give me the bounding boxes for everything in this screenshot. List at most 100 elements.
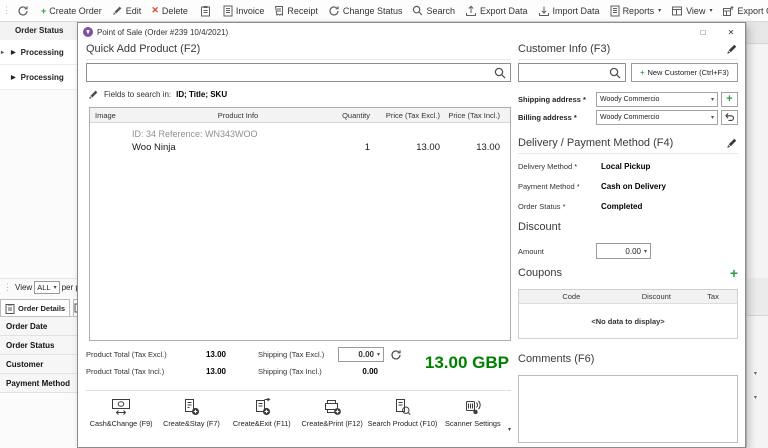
action-label: Cash&Change (F9) [90,419,153,428]
caret-down-icon[interactable]: ▾ [754,370,757,377]
customer-info-heading-label: Customer Info (F3) [518,43,610,55]
search-label: Search [426,6,455,16]
reports-menu-button[interactable]: Reports ▾ [605,0,667,21]
cash-change-button[interactable]: Cash&Change (F9) [86,395,156,428]
sidebar-item-processing-1[interactable]: ▸ ▶ Processing [0,40,77,65]
main-toolbar: ⋮ + Create Order Edit ✕ Delete Invoice R… [0,0,768,22]
expand-triangle-icon[interactable]: ▶ [11,49,16,56]
discount-amount-input[interactable]: 0.00 ▾ [596,243,651,259]
detail-tabstrip: Order Details [0,299,77,317]
col-discount[interactable]: Discount [624,292,689,301]
edit-button[interactable]: Edit [107,0,147,21]
invoice-label: Invoice [236,6,265,16]
change-status-icon [328,5,340,17]
col-image[interactable]: Image [90,111,163,120]
comments-heading-label: Comments (F6) [518,353,594,365]
search-fields-hint: Fields to search in: ID; Title; SKU [88,89,227,100]
search-button[interactable]: Search [407,0,460,21]
totals-row-excl: Product Total (Tax Excl.) 13.00 Shipping… [86,347,446,362]
view-filter-select[interactable]: ALL ▾ [34,281,59,294]
reports-icon [610,5,620,17]
col-price-incl[interactable]: Price (Tax Incl.) [440,111,504,120]
discount-heading-label: Discount [518,221,561,233]
coupons-heading: Coupons + [518,265,738,281]
shipping-address-select[interactable]: Woody Commercio ▾ [596,92,718,107]
action-label: Search Product (F10) [368,419,438,428]
grid-row-payment-method[interactable]: Payment Method [0,374,77,393]
caret-down-icon[interactable]: ▾ [754,394,757,401]
col-code[interactable]: Code [519,292,624,301]
create-print-button[interactable]: Create&Print (F12) [297,395,367,428]
col-price-excl[interactable]: Price (Tax Excl.) [370,111,440,120]
payment-method-label: Payment Method * [518,182,601,191]
invoice-button[interactable]: Invoice [218,0,270,21]
col-product-info[interactable]: Product Info [163,111,313,120]
table-row[interactable]: ID: 34 Reference: WN343WOO Woo Ninja 1 1… [90,123,510,153]
pager-drag-handle[interactable]: ⋮ [1,282,13,293]
expand-triangle-icon[interactable]: ▶ [11,74,16,81]
pencil-icon[interactable] [88,89,99,100]
quick-add-column: Quick Add Product (F2) Fields to search … [86,23,511,447]
product-quantity[interactable]: 1 [313,142,370,153]
product-search-input[interactable] [87,68,494,78]
grid-row-order-date[interactable]: Order Date [0,317,77,336]
more-actions-caret-icon[interactable]: ▾ [508,426,511,433]
create-stay-button[interactable]: Create&Stay (F7) [156,395,226,428]
search-icon [494,67,506,79]
comments-textarea[interactable] [518,375,738,443]
document-plus-icon [181,398,201,417]
tab-order-details[interactable]: Order Details [0,299,70,316]
order-status-label: Order Status * [518,202,601,211]
create-order-button[interactable]: + Create Order [36,0,107,21]
delivery-payment-heading-label: Delivery / Payment Method (F4) [518,137,673,149]
import-icon [538,5,550,17]
caret-down-icon: ▾ [709,7,712,14]
product-total-incl-value: 13.00 [198,367,226,376]
shipping-address-value: Woody Commercio [600,96,659,103]
grid-row-customer[interactable]: Customer [0,355,77,374]
grid-row-order-status[interactable]: Order Status [0,336,77,355]
quick-add-heading-label: Quick Add Product (F2) [86,43,200,55]
invoice-icon [223,5,233,17]
edit-delivery-pencil-icon[interactable] [726,137,738,149]
billing-address-select[interactable]: Woody Commercio ▾ [596,110,718,125]
customer-search-input[interactable] [519,68,609,78]
edit-customer-pencil-icon[interactable] [726,43,738,55]
search-product-button[interactable]: Search Product (F10) [367,395,437,428]
grid-header-band [747,22,768,44]
import-data-button[interactable]: Import Data [533,0,605,21]
point-of-sale-dialog: Point of Sale (Order #239 10/4/2021) □ ✕… [77,22,746,448]
shipping-address-label: Shipping address * [518,95,596,104]
scanner-settings-button[interactable]: Scanner Settings [438,395,508,428]
new-customer-button[interactable]: + New Customer (Ctrl+F3) [631,63,738,82]
refresh-shipping-icon[interactable] [390,349,402,361]
sidebar-item-processing-2[interactable]: ▶ Processing [0,65,77,90]
refresh-button[interactable] [12,0,34,21]
col-tax[interactable]: Tax [689,292,737,301]
add-address-button[interactable]: + [721,92,738,107]
delivery-method-label: Delivery Method * [518,162,601,171]
order-status-sidebar: Order Status ▸ ▶ Processing ▶ Processing… [0,22,77,448]
document-search-icon [392,398,412,417]
change-status-button[interactable]: Change Status [323,0,408,21]
toolbar-drag-handle[interactable]: ⋮ [0,5,12,16]
export-grid-menu-button[interactable]: Export Grid ▾ [717,0,768,21]
create-exit-button[interactable]: Create&Exit (F11) [227,395,297,428]
fields-hint-value: ID; Title; SKU [176,90,227,99]
add-coupon-button[interactable]: + [730,265,738,281]
view-label: View [686,6,705,16]
export-data-button[interactable]: Export Data [460,0,533,21]
billing-address-row: Billing address * Woody Commercio ▾ [518,109,738,125]
clipboard-refresh-button[interactable] [195,0,216,21]
receipt-button[interactable]: Receipt [269,0,323,21]
undo-address-button[interactable] [721,110,738,125]
search-icon [412,5,423,16]
col-quantity[interactable]: Quantity [313,111,370,120]
cash-change-icon [110,398,132,417]
shipping-amount-input[interactable]: 0.00 ▾ [338,347,384,362]
delete-button[interactable]: ✕ Delete [146,0,193,21]
view-menu-button[interactable]: View ▾ [666,0,717,21]
product-total-excl-label: Product Total (Tax Excl.) [86,350,198,359]
discount-heading: Discount [518,221,738,233]
tab-label: Order Details [18,304,65,313]
